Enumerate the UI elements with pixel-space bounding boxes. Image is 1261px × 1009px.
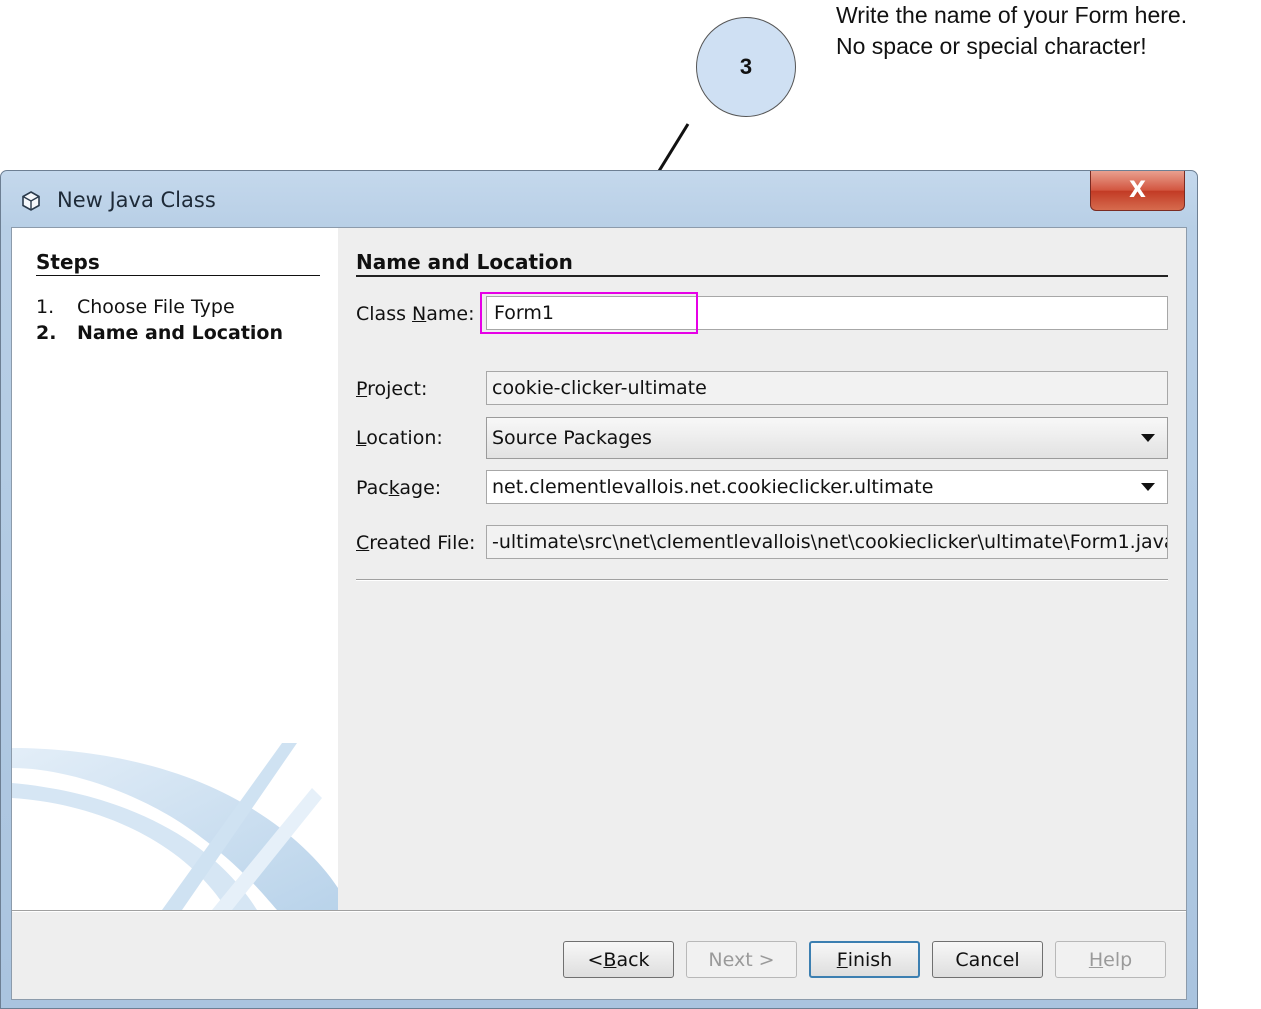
step-number: 2. xyxy=(36,322,57,344)
annotation-highlight-box xyxy=(480,292,698,334)
step-label: Choose File Type xyxy=(77,296,235,318)
package-value: net.clementlevallois.net.cookieclicker.u… xyxy=(492,476,934,498)
next-button[interactable]: Next > xyxy=(686,941,797,978)
steps-panel: Steps 1. Choose File Type 2. Name and Loca… xyxy=(12,228,338,910)
section-title: Name and Location xyxy=(356,250,573,274)
created-file-value: -ultimate\src\net\clementlevallois\net\c… xyxy=(492,531,1168,553)
step-item-choose-file-type: 1. Choose File Type xyxy=(36,296,235,318)
netbeans-swoosh-graphic xyxy=(12,743,338,910)
title-bar[interactable]: New Java Class X xyxy=(1,171,1197,227)
cancel-button[interactable]: Cancel xyxy=(932,941,1043,978)
annotation-note: Write the name of your Form here. No spa… xyxy=(836,0,1187,62)
annotation-note-line2: No space or special character! xyxy=(836,33,1147,59)
cube-icon xyxy=(22,191,40,211)
dropdown-arrow-icon xyxy=(1141,483,1155,491)
section-divider xyxy=(356,275,1168,277)
annotation-step-circle: 3 xyxy=(696,17,796,117)
project-label: Project: xyxy=(356,378,428,400)
dialog-content: Steps 1. Choose File Type 2. Name and Loca… xyxy=(11,227,1187,1000)
project-field: cookie-clicker-ultimate xyxy=(486,371,1168,405)
annotation-note-line1: Write the name of your Form here. xyxy=(836,2,1188,28)
steps-title: Steps xyxy=(36,250,100,274)
dropdown-arrow-icon xyxy=(1141,434,1155,442)
window-title: New Java Class xyxy=(57,188,216,212)
location-select[interactable]: Source Packages xyxy=(486,417,1168,459)
finish-button[interactable]: Finish xyxy=(809,941,920,978)
button-bar-divider-highlight xyxy=(12,911,1186,912)
package-label: Package: xyxy=(356,477,442,499)
steps-divider xyxy=(36,275,320,276)
location-value: Source Packages xyxy=(492,427,652,449)
new-java-class-dialog: New Java Class X Steps 1. Choose File Typ… xyxy=(0,170,1198,1009)
close-icon: X xyxy=(1129,178,1146,203)
step-item-name-and-location: 2. Name and Location xyxy=(36,322,283,344)
location-label: Location: xyxy=(356,427,443,449)
class-name-label: Class Name: xyxy=(356,303,475,325)
package-combobox[interactable]: net.clementlevallois.net.cookieclicker.u… xyxy=(486,470,1168,504)
help-button[interactable]: Help xyxy=(1055,941,1166,978)
close-button[interactable]: X xyxy=(1090,171,1185,211)
created-file-field: -ultimate\src\net\clementlevallois\net\c… xyxy=(486,525,1168,559)
created-file-label: Created File: xyxy=(356,532,476,554)
step-number: 1. xyxy=(36,296,55,318)
step-label: Name and Location xyxy=(77,322,284,344)
back-button[interactable]: < Back xyxy=(563,941,674,978)
form-divider-highlight xyxy=(356,580,1168,581)
project-value: cookie-clicker-ultimate xyxy=(492,377,707,399)
annotation-step-number: 3 xyxy=(739,54,753,79)
